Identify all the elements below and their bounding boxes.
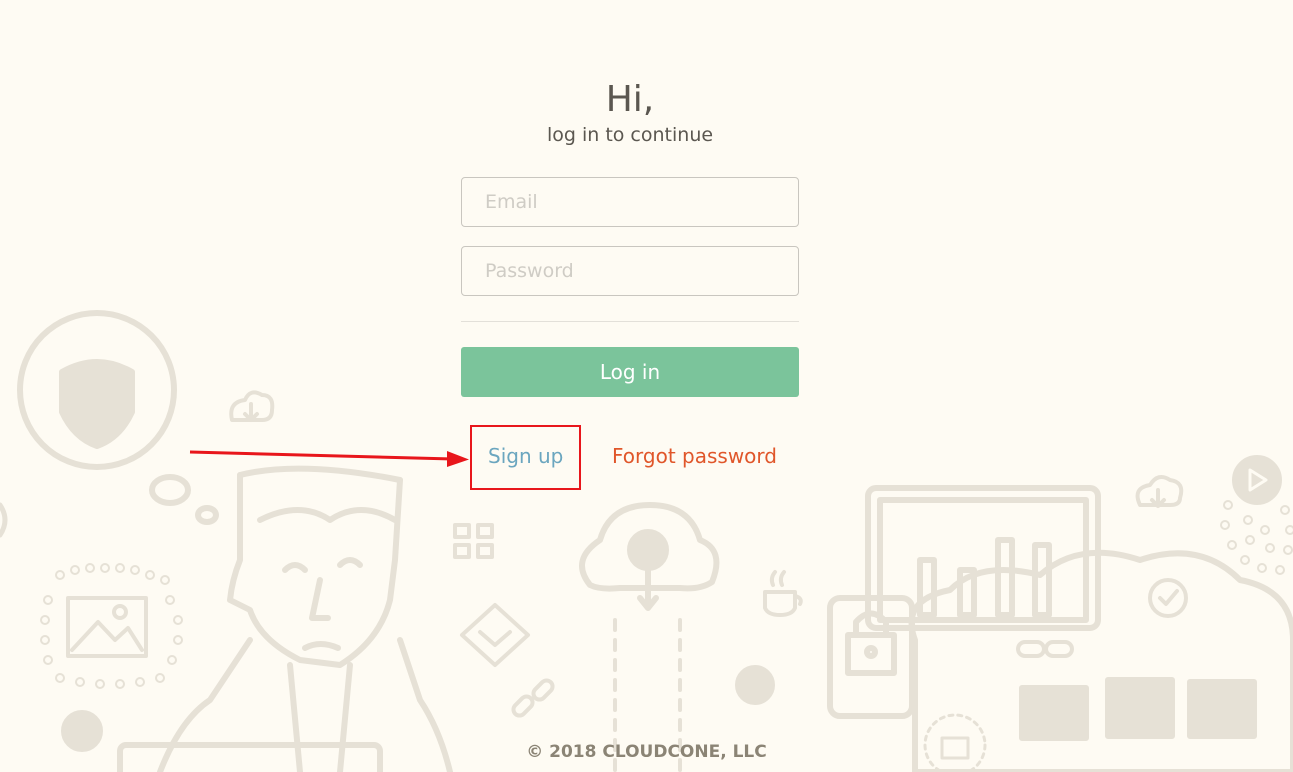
image-icon [66, 596, 148, 658]
phone-lock-icon [827, 595, 915, 719]
login-form: Hi, log in to continue Log in [461, 78, 799, 397]
form-divider [461, 321, 799, 322]
copyright-footer: © 2018 CLOUDCONE, LLC [526, 742, 767, 762]
dot-pattern-right [1220, 500, 1293, 575]
dot-pattern-left [40, 563, 183, 689]
cloud-download-icon-2 [1135, 474, 1184, 508]
cloud-power-icon [579, 502, 720, 772]
forgot-password-link[interactable]: Forgot password [612, 444, 777, 468]
man-illustration-icon [117, 465, 453, 772]
coin-icon-2 [735, 665, 775, 705]
annotation-arrow-icon [189, 450, 469, 467]
diamond-icon [460, 603, 530, 667]
auth-links: Sign up Forgot password [461, 425, 799, 491]
page-subtitle: log in to continue [546, 124, 714, 146]
chain-link-icon [511, 678, 555, 718]
cloud-download-icon [229, 390, 275, 422]
login-page: Hi, log in to continue Log in Sign up Fo… [0, 0, 1293, 772]
email-field[interactable] [461, 177, 799, 227]
shield-bubble-icon [17, 310, 219, 525]
login-button[interactable]: Log in [461, 347, 799, 397]
page-title: Hi, [605, 79, 655, 120]
flowchart-icon [453, 523, 494, 559]
play-icon [1232, 455, 1282, 505]
signup-link[interactable]: Sign up [488, 444, 563, 468]
coffee-cup-icon [763, 570, 803, 617]
password-field[interactable] [461, 246, 799, 296]
